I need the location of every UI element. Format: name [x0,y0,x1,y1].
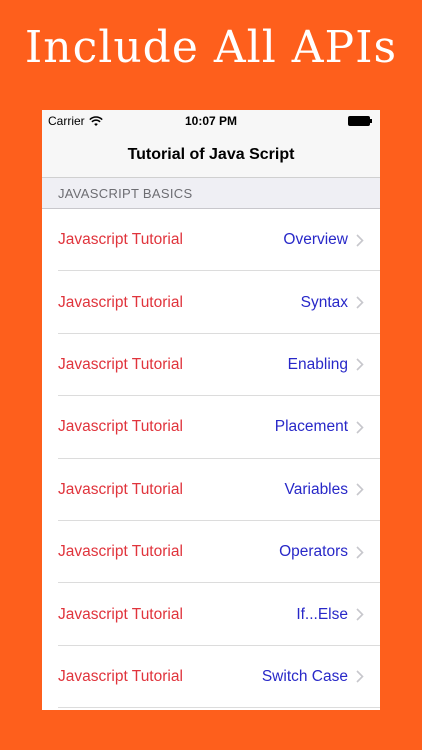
item-topic: Switch Case [261,667,348,685]
item-topic: Enabling [287,355,348,373]
list-item-syntax[interactable]: Javascript Tutorial Syntax [42,271,380,335]
list-item-variables[interactable]: Javascript Tutorial Variables [42,458,380,522]
item-title: Javascript Tutorial [58,293,183,311]
nav-bar: Tutorial of Java Script [42,132,380,178]
nav-title: Tutorial of Java Script [127,145,295,163]
item-title: Javascript Tutorial [58,418,183,436]
chevron-right-icon [356,670,364,683]
item-topic: If...Else [296,605,348,623]
tutorial-list: Javascript Tutorial Overview Javascript … [42,209,380,709]
item-title: Javascript Tutorial [58,480,183,498]
promo-title: Include All APIs [24,22,398,73]
item-topic: Overview [283,231,348,249]
item-title: Javascript Tutorial [58,355,183,373]
section-header: JAVASCRIPT BASICS [42,178,380,209]
item-title: Javascript Tutorial [58,543,183,561]
chevron-right-icon [356,296,364,309]
status-bar: Carrier 10:07 PM [42,110,380,132]
battery-icon [348,116,372,126]
chevron-right-icon [356,546,364,559]
chevron-right-icon [356,483,364,496]
item-title: Javascript Tutorial [58,231,183,249]
list-item-if-else[interactable]: Javascript Tutorial If...Else [42,583,380,647]
list-item-placement[interactable]: Javascript Tutorial Placement [42,396,380,459]
item-topic: Placement [274,418,348,436]
list-item-operators[interactable]: Javascript Tutorial Operators [42,520,380,584]
item-title: Javascript Tutorial [58,605,183,623]
item-topic: Syntax [300,293,348,311]
list-item-overview[interactable]: Javascript Tutorial Overview [42,209,380,272]
chevron-right-icon [356,358,364,372]
chevron-right-icon [356,421,364,434]
list-item-enabling[interactable]: Javascript Tutorial Enabling [42,333,380,397]
list-item-switch-case[interactable]: Javascript Tutorial Switch Case [42,645,380,709]
item-topic: Operators [279,543,348,561]
chevron-right-icon [356,608,364,621]
chevron-right-icon [356,234,364,247]
item-topic: Variables [284,480,348,498]
item-title: Javascript Tutorial [58,667,183,685]
status-time: 10:07 PM [184,114,238,128]
phone-screen: Carrier 10:07 PM Tutorial of Java Script… [42,110,380,710]
